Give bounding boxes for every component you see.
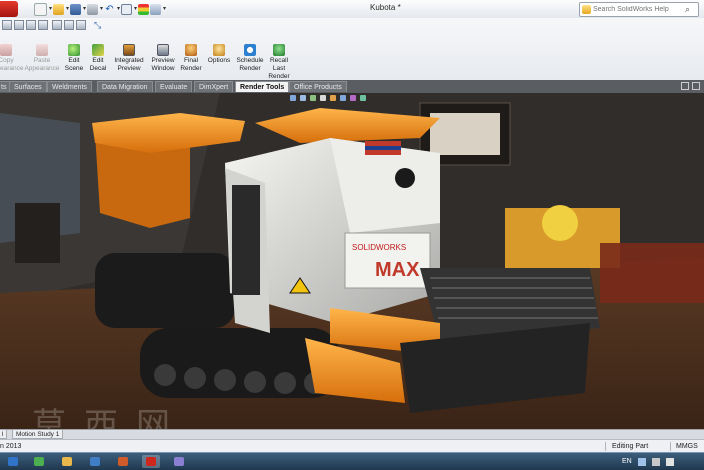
tab-model[interactable]: l — [0, 430, 8, 439]
recycle-decal-icon — [395, 168, 415, 188]
edit-decal-icon — [92, 44, 104, 56]
graphics-area[interactable]: SOLIDWORKS MAX 莫西网 — [0, 93, 704, 429]
context-button-1-icon[interactable] — [2, 20, 12, 30]
tile-horizontal-icon[interactable] — [681, 82, 689, 90]
window-title: Kubota * — [370, 3, 401, 12]
recall-last-render-label: Recall Last Render — [268, 57, 290, 80]
network-icon[interactable] — [637, 457, 646, 466]
options-dropdown-icon[interactable]: ▾ — [162, 4, 167, 15]
new-document-icon[interactable] — [34, 2, 47, 16]
zoom-to-fit-icon[interactable] — [290, 95, 296, 101]
watermark: 莫西网 — [32, 406, 188, 429]
search-scope-icon[interactable] — [582, 5, 591, 14]
help-search-box: ⌕ — [579, 2, 699, 17]
flag-icon[interactable] — [665, 457, 674, 466]
undo-icon[interactable]: ↶ — [104, 4, 115, 15]
copy-appearance-icon — [0, 44, 12, 56]
preview-window-icon — [157, 44, 169, 56]
tab-surfaces[interactable]: Surfaces — [9, 81, 47, 92]
taskbar-app-7[interactable] — [170, 455, 188, 468]
integrated-preview-icon — [123, 44, 135, 56]
solidworks-decal-text: SOLIDWORKS — [352, 243, 406, 252]
context-button-2-icon[interactable] — [14, 20, 24, 30]
taskbar-app-2[interactable] — [30, 455, 48, 468]
tab-render-tools[interactable]: Render Tools — [235, 81, 290, 92]
context-button-4-icon[interactable] — [38, 20, 48, 30]
view-orientation-icon[interactable] — [330, 95, 336, 101]
title-bar: ▾ ▾ ▾ ▾ ↶ ▾ ▾ ▾ Kubota * ⌕ — [0, 0, 704, 19]
tab-data-migration[interactable]: Data Migration — [97, 81, 153, 92]
solidworks-taskbar-icon — [146, 457, 156, 466]
taskbar-app-3[interactable] — [58, 455, 76, 468]
window-view-controls — [681, 82, 700, 90]
taskbar-app-5[interactable] — [114, 455, 132, 468]
media-icon — [90, 457, 100, 466]
start-orb-icon — [8, 457, 18, 466]
browser-icon — [34, 457, 44, 466]
context-button-7-icon[interactable] — [76, 20, 86, 30]
volume-icon[interactable] — [651, 457, 660, 466]
section-view-icon[interactable] — [320, 95, 326, 101]
paste-appearance-icon — [36, 44, 48, 56]
tab-motion-study-1[interactable]: Motion Study 1 — [12, 430, 64, 439]
save-icon[interactable] — [70, 3, 81, 15]
tab-weldments[interactable]: Weldments — [47, 81, 92, 92]
rebuild-traffic-light-icon[interactable] — [138, 3, 149, 15]
options-grid-icon[interactable] — [150, 3, 161, 15]
context-toolbar: ⤡ — [0, 18, 110, 32]
track-left — [95, 253, 235, 328]
toy-sun — [542, 205, 578, 241]
taskbar-app-1[interactable] — [4, 455, 22, 468]
heads-up-view-toolbar — [290, 95, 366, 101]
zoom-area-icon[interactable] — [300, 95, 306, 101]
program-icon — [118, 457, 128, 466]
tile-vertical-icon[interactable] — [692, 82, 700, 90]
system-tray: EN — [622, 453, 674, 470]
recall-last-render-button[interactable]: Recall Last Render — [259, 44, 299, 81]
search-icon[interactable]: ⌕ — [685, 4, 690, 15]
program-2-icon — [174, 457, 184, 466]
rendered-scene: SOLIDWORKS MAX — [0, 93, 704, 429]
final-render-icon — [185, 44, 197, 56]
select-arrow-icon[interactable] — [121, 3, 132, 15]
search-input[interactable] — [593, 3, 681, 16]
options-icon — [213, 44, 225, 56]
language-indicator[interactable]: EN — [622, 458, 632, 465]
print-icon[interactable] — [87, 3, 98, 15]
folder-icon — [62, 457, 72, 466]
side-grille — [232, 185, 260, 295]
wall-picture — [430, 113, 500, 155]
windows-taskbar: EN — [0, 452, 704, 470]
appearance-icon[interactable] — [350, 95, 356, 101]
context-button-3-icon[interactable] — [26, 20, 36, 30]
context-button-5-icon[interactable] — [52, 20, 62, 30]
max-decal-text: MAX — [375, 259, 420, 281]
tab-office-products[interactable]: Office Products — [289, 81, 347, 92]
chair-left — [15, 203, 60, 263]
tab-evaluate[interactable]: Evaluate — [155, 81, 193, 92]
schedule-render-icon — [244, 44, 256, 56]
taskbar-app-4[interactable] — [86, 455, 104, 468]
taskbar-solidworks[interactable] — [142, 455, 160, 468]
display-style-icon[interactable] — [340, 95, 346, 101]
sofa — [600, 243, 704, 303]
open-folder-icon[interactable] — [53, 3, 64, 15]
context-button-6-icon[interactable] — [64, 20, 74, 30]
link-icon[interactable]: ⤡ — [94, 20, 104, 30]
scene-icon[interactable] — [360, 95, 366, 101]
command-manager-tabs: ts Surfaces Weldments Data Migration Eva… — [0, 80, 704, 93]
tab-dimxpert[interactable]: DimXpert — [194, 81, 234, 92]
solidworks-logo-icon[interactable] — [0, 1, 18, 17]
previous-view-icon[interactable] — [310, 95, 316, 101]
status-bar: n 2013 Editing Part MMGS — [0, 439, 704, 453]
recall-last-render-icon — [273, 44, 285, 56]
quick-access-toolbar: ▾ ▾ ▾ ▾ ↶ ▾ ▾ ▾ — [34, 2, 167, 16]
